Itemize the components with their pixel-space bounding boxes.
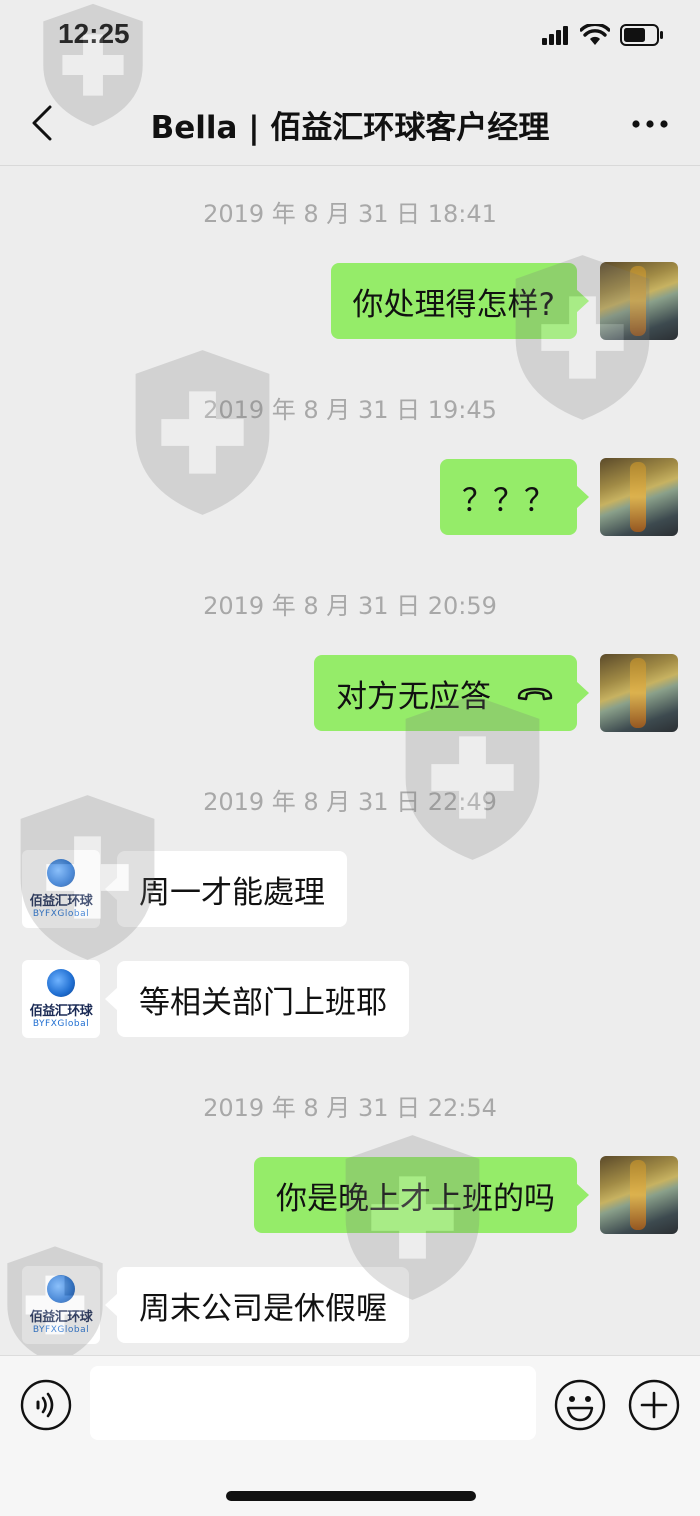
message-row: 佰益汇环球 BYFXGlobal 周一才能處理 [0, 850, 700, 930]
more-button[interactable] [628, 104, 672, 144]
phone-hangup-icon [515, 683, 555, 703]
chat-title: Bella | 佰益汇环球客户经理 [150, 110, 550, 146]
contact-avatar[interactable]: 佰益汇环球 BYFXGlobal [22, 960, 100, 1038]
call-status-text: 对方无应答 [336, 678, 491, 715]
globe-logo-icon [47, 859, 75, 887]
status-time: 12:25 [58, 18, 130, 49]
message-row: 对方无应答 [0, 654, 700, 734]
contact-avatar[interactable]: 佰益汇环球 BYFXGlobal [22, 850, 100, 928]
chevron-left-icon [32, 105, 52, 141]
message-row: 你是晚上才上班的吗 [0, 1156, 700, 1236]
message-row: 佰益汇环球 BYFXGlobal 周末公司是休假喔 [0, 1266, 700, 1346]
message-row: ？？？ [0, 458, 700, 538]
message-row: 佰益汇环球 BYFXGlobal 等相关部门上班耶 [0, 960, 700, 1040]
call-record-message[interactable]: 对方无应答 [314, 655, 589, 731]
battery-icon [620, 24, 663, 46]
my-avatar[interactable] [600, 458, 678, 536]
timestamp: 2019 年 8 月 31 日 19:45 [203, 396, 497, 424]
signal-icon [542, 26, 568, 45]
globe-logo-icon [47, 1275, 75, 1303]
my-avatar[interactable] [600, 262, 678, 340]
timestamp: 2019 年 8 月 31 日 20:59 [203, 592, 497, 620]
my-avatar[interactable] [600, 1156, 678, 1234]
wifi-icon [580, 24, 610, 45]
status-icons [542, 24, 664, 46]
message-input[interactable] [90, 1366, 536, 1440]
chat-header: Bella | 佰益汇环球客户经理 [0, 80, 700, 166]
voice-icon[interactable] [20, 1379, 72, 1431]
received-message[interactable]: 周一才能處理 [105, 851, 347, 927]
contact-avatar[interactable]: 佰益汇环球 BYFXGlobal [22, 1266, 100, 1344]
timestamp: 2019 年 8 月 31 日 22:54 [203, 1094, 497, 1122]
sent-message[interactable]: 你处理得怎样? [330, 263, 590, 339]
message-row: 你处理得怎样? [0, 262, 700, 342]
received-message[interactable]: 等相关部门上班耶 [105, 961, 409, 1037]
status-bar: 12:25 [0, 0, 700, 80]
globe-logo-icon [47, 969, 75, 997]
timestamp: 2019 年 8 月 31 日 18:41 [203, 200, 497, 228]
sent-message[interactable]: ？？？ [440, 459, 589, 535]
sent-message[interactable]: 你是晚上才上班的吗 [254, 1157, 589, 1233]
back-button[interactable] [22, 100, 62, 146]
home-indicator[interactable] [226, 1491, 476, 1501]
received-message[interactable]: 周末公司是休假喔 [105, 1267, 409, 1343]
plus-icon[interactable] [628, 1379, 680, 1431]
emoji-icon[interactable] [554, 1379, 606, 1431]
my-avatar[interactable] [600, 654, 678, 732]
more-dots-icon [632, 120, 668, 128]
timestamp: 2019 年 8 月 31 日 22:49 [203, 788, 497, 816]
